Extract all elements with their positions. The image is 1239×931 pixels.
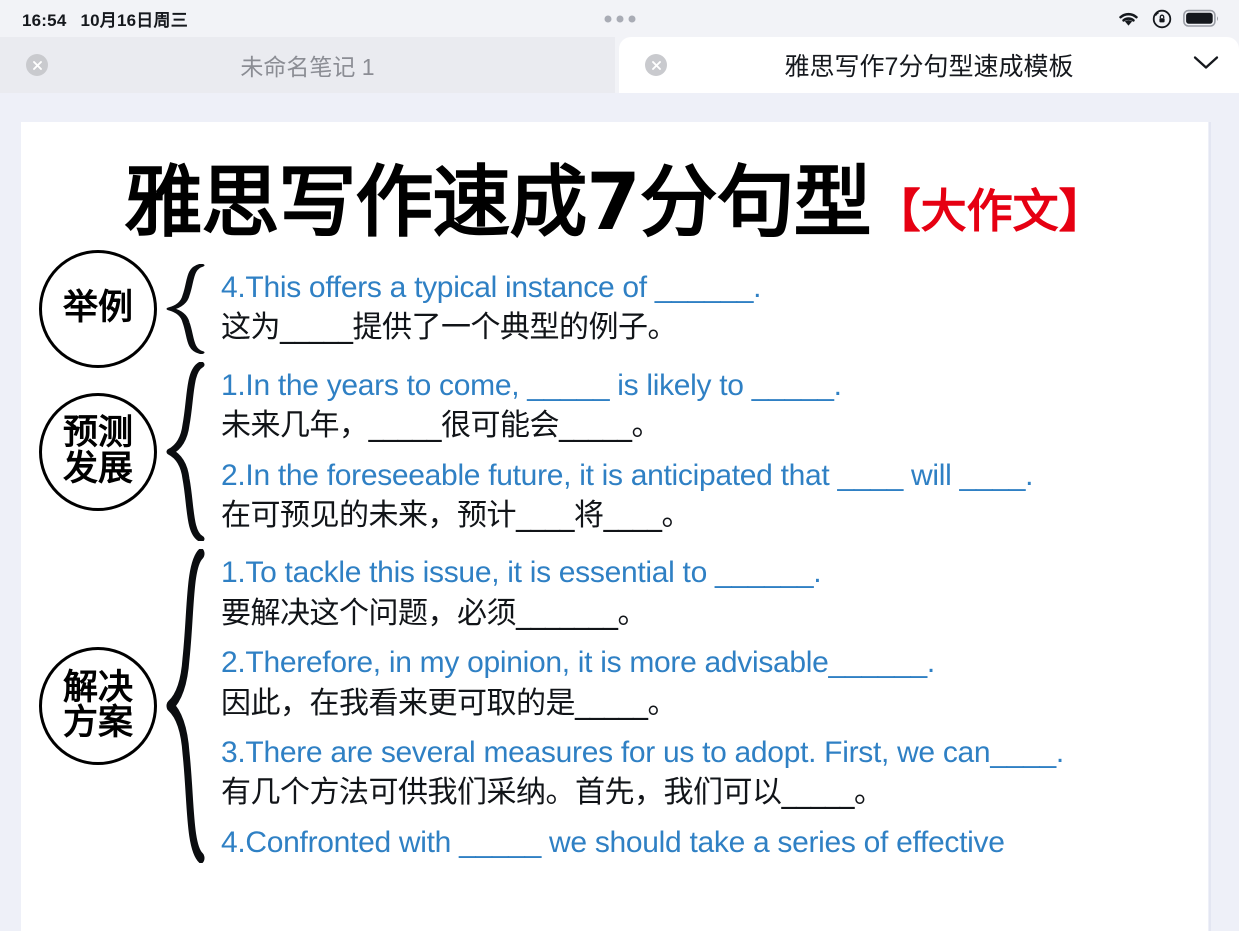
template-groups: 举例 4.This offers a typical instance of __… [21,249,1208,867]
dynamic-island-dots [604,15,635,22]
sentence-chinese: 这为_____提供了一个典型的例子。 [221,310,678,346]
tab-bar: 未命名笔记 1 雅思写作7分句型速成模板 [0,37,1239,93]
scrollbar[interactable] [1209,122,1211,931]
close-icon[interactable] [645,54,667,76]
status-bar-left: 16:54 10月16日周三 [22,6,188,31]
sentence-lines: 1.To tackle this issue, it is essential … [221,545,1208,867]
sentence-chinese: 要解决这个问题，必须_______。 [221,595,648,631]
page-title: 雅思写作速成7分句型 【大作文】 [21,140,1208,252]
group-gutter: 预测 发展 [21,358,221,546]
group-label-circle: 举例 [39,249,157,368]
status-date: 10月16日周三 [80,11,188,30]
sentence-english: 1.In the years to come, _____ is likely … [221,368,842,402]
group-gutter: 解决 方案 [21,545,221,867]
curly-brace-icon [165,361,209,542]
sentence-chinese: 在可预见的未来，预计____将____。 [221,497,692,533]
sentence-english: 3.There are several measures for us to a… [221,735,1064,769]
sentence-lines: 4.This offers a typical instance of ____… [221,260,1208,358]
dot-icon [616,15,623,22]
sentence-english: 4.This offers a typical instance of ____… [221,271,762,304]
curly-brace-icon [165,549,209,864]
sentence-group: 预测 发展 1.In the years to come, _____ is lik… [21,358,1208,546]
close-icon[interactable] [26,54,48,76]
rotation-lock-icon [1152,9,1172,29]
battery-icon [1183,9,1221,28]
sentence-lines: 1.In the years to come, _____ is likely … [221,358,1208,546]
group-label-text: 方案 [62,703,133,744]
sentence-group: 举例 4.This offers a typical instance of __… [21,249,1208,368]
status-time: 16:54 [22,11,67,30]
tab-label: 未命名笔记 1 [240,54,375,80]
curly-brace-icon [165,264,209,354]
group-label-text: 发展 [62,448,133,489]
group-gutter: 举例 [21,249,221,368]
tab-label: 雅思写作7分句型速成模板 [784,53,1074,81]
dot-icon [628,15,635,22]
wifi-icon [1116,9,1141,28]
sentence-chinese: 因此，在我看来更可取的是_____。 [221,685,678,721]
tab-ielts-template[interactable]: 雅思写作7分句型速成模板 [619,37,1239,93]
tab-untitled-note[interactable]: 未命名笔记 1 [0,37,615,93]
dot-icon [604,15,611,22]
group-label-circle: 预测 发展 [39,392,157,511]
group-label-text: 举例 [62,288,133,329]
status-bar-right [1116,9,1221,29]
chevron-down-icon[interactable] [1191,54,1221,77]
note-page[interactable]: 雅思写作速成7分句型 【大作文】 举例 4.This offers a typic… [21,122,1208,931]
sentence-english: 2.Therefore, in my opinion, it is more a… [221,646,935,680]
sentence-chinese: 未来几年，_____很可能会_____。 [221,408,662,444]
sentence-chinese: 有几个方法可供我们采纳。首先，我们可以_____。 [221,775,884,811]
status-bar: 16:54 10月16日周三 [0,0,1239,37]
group-label-text: 预测 [62,412,133,453]
sentence-group: 解决 方案 1.To tackle this issue, it is essent… [21,545,1208,867]
group-label-text: 解决 [62,667,133,708]
sentence-english: 4.Confronted with _____ we should take a… [221,825,1005,859]
page-title-tag: 【大作文】 [874,184,1105,238]
sentence-english: 2.In the foreseeable future, it is antic… [221,458,1034,492]
page-title-main: 雅思写作速成7分句型 [124,158,871,248]
group-label-circle: 解决 方案 [39,647,157,766]
sentence-english: 1.To tackle this issue, it is essential … [221,556,822,590]
